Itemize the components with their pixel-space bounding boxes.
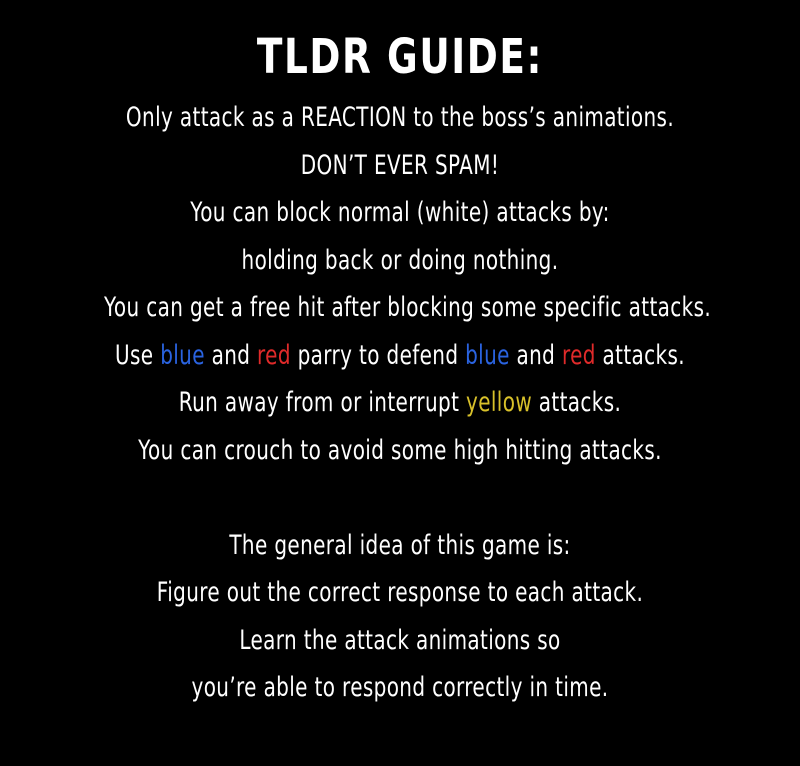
guide-line-free-hit: You can get a free hit after blocking so… — [104, 292, 712, 323]
parry-text-2: and — [204, 339, 258, 371]
guide-line-parry: Use blue and red parry to defend blue an… — [104, 332, 696, 380]
guide-line-reaction: Only attack as a REACTION to the boss’s … — [125, 102, 675, 133]
parry-red-word-2: red — [561, 339, 596, 371]
idea-line-intro: The general idea of this game is: — [229, 529, 571, 561]
parry-text-3: parry to defend — [290, 339, 466, 371]
guide-page: TLDR GUIDE: Only attack as a REACTION to… — [0, 0, 800, 766]
idea-line-timing: you’re able to respond correctly in time… — [191, 672, 609, 703]
yellow-text-1: Run away from or interrupt — [178, 387, 467, 418]
guide-line-no-spam: DON’T EVER SPAM! — [300, 149, 500, 181]
parry-red-word-1: red — [257, 339, 291, 371]
parry-blue-word-2: blue — [465, 339, 510, 371]
guide-line-block-method: holding back or doing nothing. — [241, 244, 559, 276]
parry-blue-word-1: blue — [160, 339, 205, 371]
guide-line-block-intro: You can block normal (white) attacks by: — [190, 197, 610, 228]
parry-text-5: attacks. — [595, 339, 685, 371]
parry-text-1: Use — [115, 339, 161, 371]
yellow-text-2: attacks. — [532, 387, 622, 418]
parry-text-4: and — [509, 339, 562, 371]
page-title: TLDR GUIDE: — [256, 29, 544, 85]
idea-line-response: Figure out the correct response to each … — [156, 577, 644, 608]
idea-line-learn: Learn the attack animations so — [239, 624, 561, 656]
yellow-word: yellow — [466, 387, 533, 418]
guide-line-crouch: You can crouch to avoid some high hittin… — [138, 434, 662, 466]
guide-line-yellow: Run away from or interrupt yellow attack… — [104, 379, 696, 427]
